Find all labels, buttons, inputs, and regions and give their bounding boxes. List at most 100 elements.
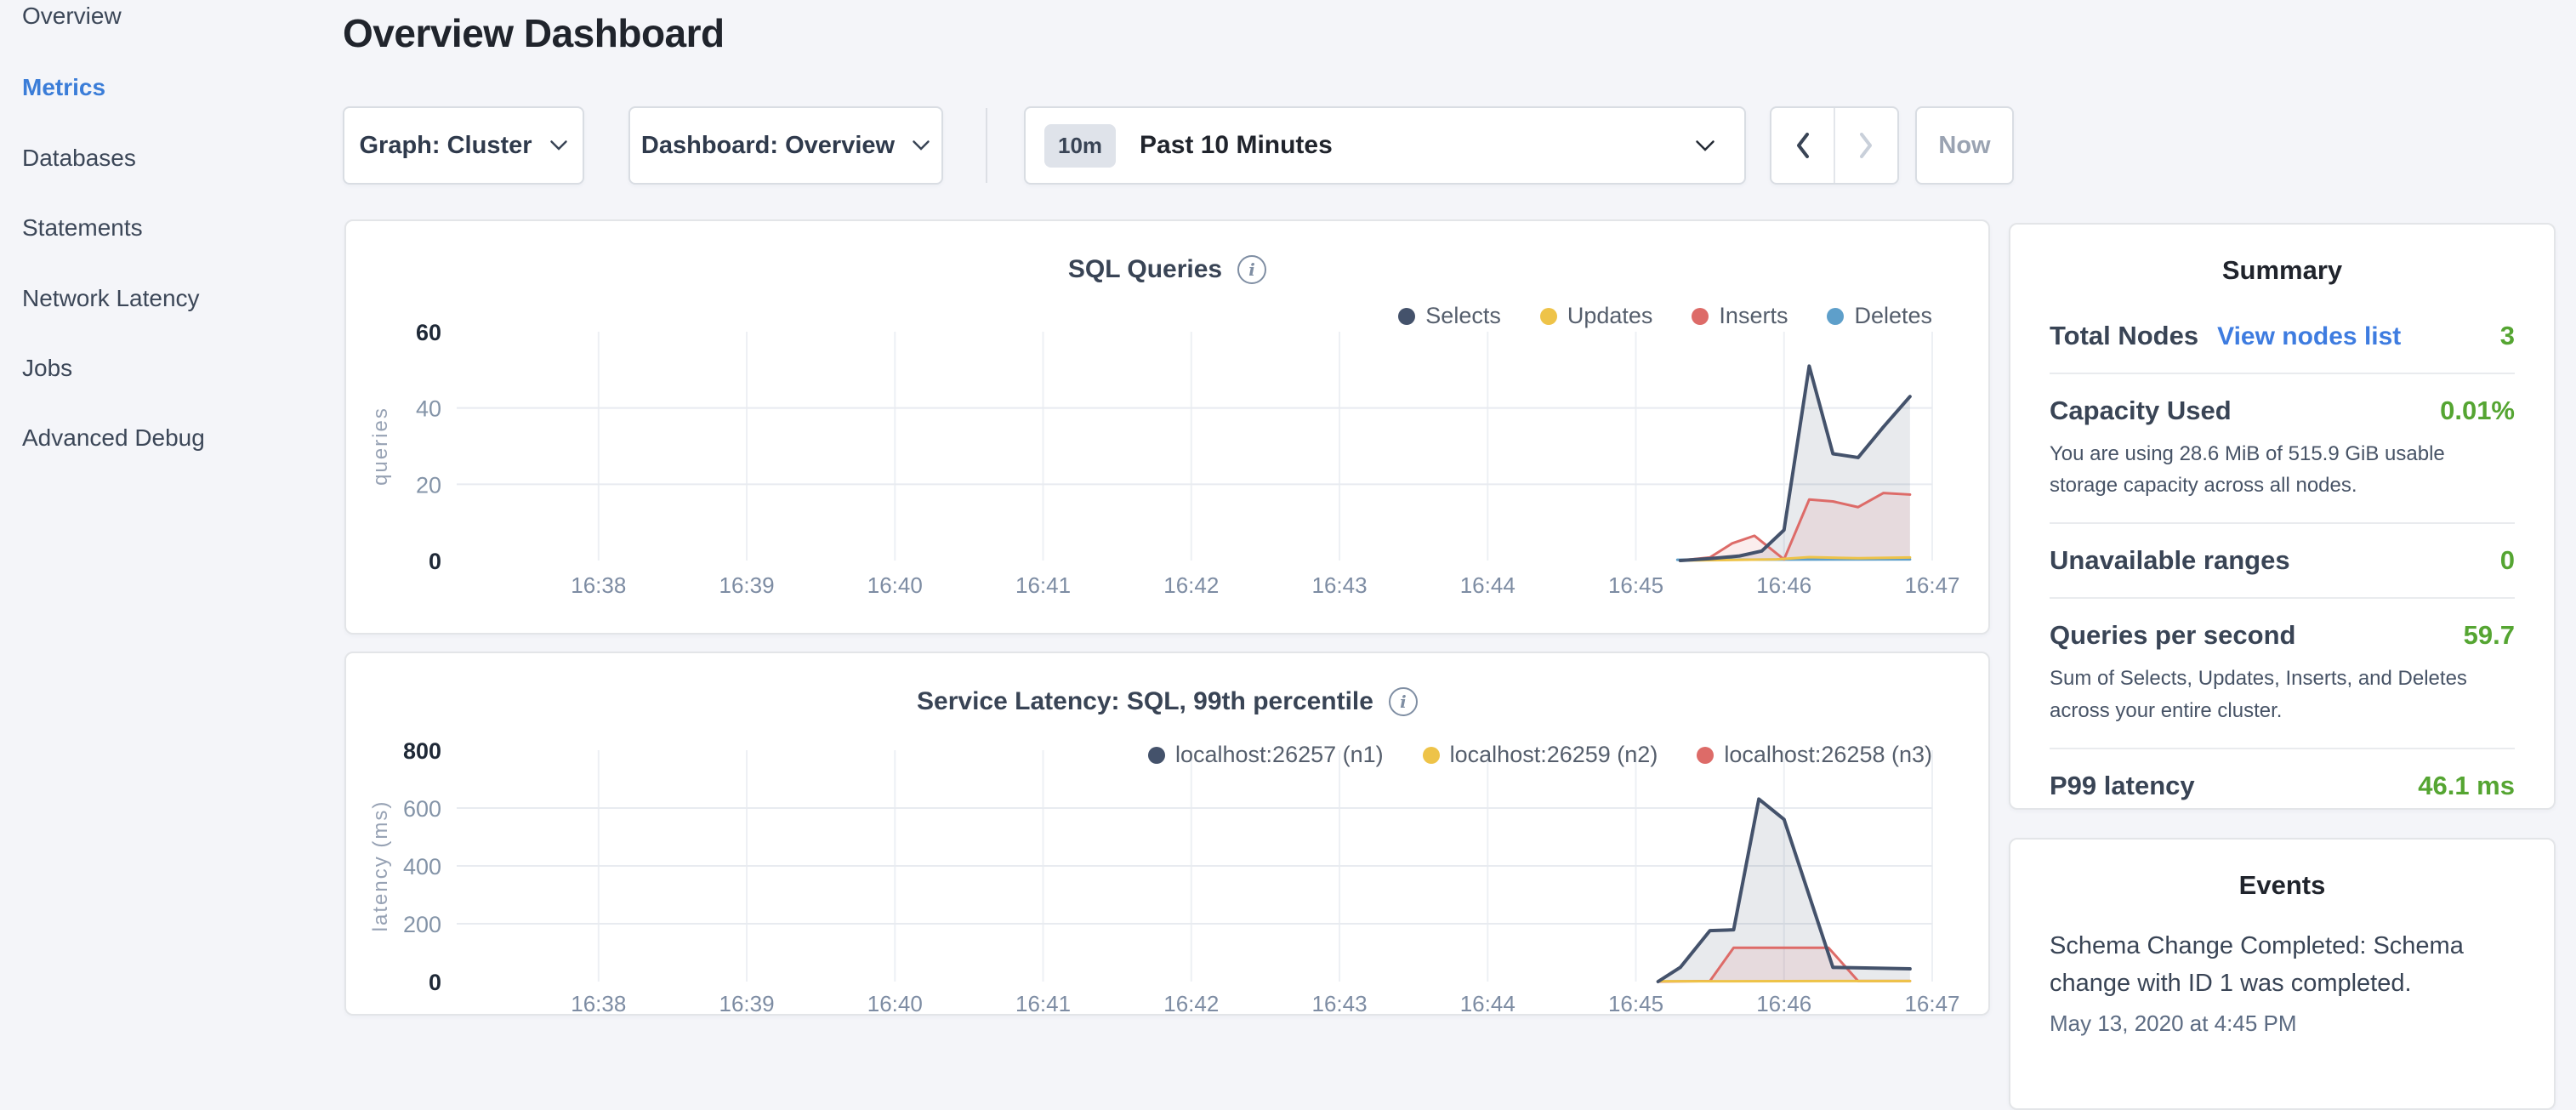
event-text: Schema Change Completed: Schema change w… [2050,928,2515,1002]
legend-label: localhost:26258 (n3) [1724,742,1932,768]
chevron-right-icon [1859,132,1874,159]
summary-label: Capacity Used [2050,396,2232,426]
summary-row-capacity-used: Capacity Used 0.01% You are using 28.6 M… [2050,374,2515,524]
legend-label: Deletes [1854,303,1932,329]
service-latency-card: 16:3816:3916:4016:4116:4216:4316:4416:45… [344,652,1990,1016]
svg-text:16:42: 16:42 [1163,572,1219,598]
summary-value: 0.01% [2440,396,2515,426]
view-nodes-list-link[interactable]: View nodes list [2217,322,2401,351]
summary-label: Unavailable ranges [2050,545,2290,576]
svg-text:16:47: 16:47 [1904,991,1959,1014]
sidebar-item-databases[interactable]: Databases [22,145,136,172]
event-timestamp: May 13, 2020 at 4:45 PM [2050,1010,2515,1037]
sidebar-item-jobs[interactable]: Jobs [22,355,72,382]
svg-text:16:38: 16:38 [571,991,626,1014]
legend-dot [1692,308,1709,325]
event-item[interactable]: Schema Change Completed: Schema change w… [2050,928,2515,1037]
graph-dropdown[interactable]: Graph: Cluster [343,106,584,185]
dashboard-dropdown-label: Dashboard: Overview [641,132,895,160]
time-range-badge: 10m [1044,124,1116,168]
dashboard-dropdown[interactable]: Dashboard: Overview [628,106,943,185]
chevron-down-icon [912,139,930,151]
legend-dot [1827,308,1844,325]
legend-item-n1: localhost:26257 (n1) [1148,742,1384,768]
chart-legend: Selects Updates Inserts Deletes [1398,303,1932,329]
legend-dot [1540,308,1557,325]
svg-text:16:38: 16:38 [571,572,626,598]
legend-label: Updates [1567,303,1653,329]
svg-text:16:45: 16:45 [1608,572,1663,598]
chevron-down-icon [1695,139,1715,152]
summary-label: P99 latency [2050,771,2195,801]
sidebar-item-overview[interactable]: Overview [22,3,122,30]
sidebar-item-metrics[interactable]: Metrics [22,74,105,101]
legend-dot [1423,747,1440,764]
svg-text:0: 0 [429,549,441,574]
legend-label: Selects [1425,303,1501,329]
page-title: Overview Dashboard [343,10,725,56]
summary-value: 59.7 [2464,620,2515,651]
svg-text:0: 0 [429,970,441,995]
time-range-label: Past 10 Minutes [1140,131,1695,160]
chart-legend: localhost:26257 (n1) localhost:26259 (n2… [1148,742,1932,768]
svg-text:16:46: 16:46 [1756,572,1811,598]
svg-text:16:47: 16:47 [1904,572,1959,598]
chevron-left-icon [1795,132,1810,159]
legend-dot [1148,747,1165,764]
svg-text:40: 40 [416,396,441,422]
svg-text:16:41: 16:41 [1015,572,1071,598]
svg-text:16:39: 16:39 [719,991,775,1014]
svg-text:400: 400 [403,854,441,879]
summary-value: 46.1 ms [2418,771,2515,801]
time-range-dropdown[interactable]: 10m Past 10 Minutes [1024,106,1746,185]
chart-title: SQL Queries [1068,255,1222,284]
svg-text:16:41: 16:41 [1015,991,1071,1014]
svg-text:16:44: 16:44 [1460,991,1515,1014]
legend-label: Inserts [1719,303,1788,329]
summary-description: Sum of Selects, Updates, Inserts, and De… [2050,663,2515,726]
summary-panel: Summary Total Nodes View nodes list 3 Ca… [2009,223,2556,810]
info-icon[interactable]: i [1237,255,1266,284]
legend-item-deletes: Deletes [1827,303,1932,329]
legend-label: localhost:26259 (n2) [1450,742,1658,768]
svg-text:16:40: 16:40 [867,572,923,598]
now-button[interactable]: Now [1915,106,2014,185]
svg-text:queries: queries [369,407,392,486]
sidebar-item-statements[interactable]: Statements [22,214,143,242]
info-icon[interactable]: i [1389,687,1418,716]
time-step-forward-button[interactable] [1834,108,1897,183]
svg-text:200: 200 [403,912,441,937]
svg-text:20: 20 [416,472,441,498]
sidebar-item-network-latency[interactable]: Network Latency [22,285,200,312]
legend-dot [1697,747,1714,764]
svg-text:600: 600 [403,796,441,822]
legend-item-n3: localhost:26258 (n3) [1697,742,1932,768]
events-panel: Events Schema Change Completed: Schema c… [2009,838,2556,1110]
svg-text:16:39: 16:39 [719,572,775,598]
legend-label: localhost:26257 (n1) [1175,742,1384,768]
summary-row-unavailable-ranges: Unavailable ranges 0 [2050,524,2515,599]
svg-text:800: 800 [403,738,441,764]
summary-row-p99-latency: P99 latency 46.1 ms [2050,749,2515,823]
sidebar-item-advanced-debug[interactable]: Advanced Debug [22,424,205,452]
now-button-label: Now [1938,132,1990,160]
svg-text:16:43: 16:43 [1311,991,1367,1014]
controls-divider [986,108,987,183]
legend-dot [1398,308,1415,325]
summary-title: Summary [2010,255,2554,286]
summary-row-queries-per-second: Queries per second 59.7 Sum of Selects, … [2050,599,2515,749]
summary-description: You are using 28.6 MiB of 515.9 GiB usab… [2050,438,2515,501]
graph-dropdown-label: Graph: Cluster [359,132,532,160]
svg-text:60: 60 [416,320,441,345]
legend-item-inserts: Inserts [1692,303,1788,329]
chart-title: Service Latency: SQL, 99th percentile [917,687,1373,716]
svg-text:16:43: 16:43 [1311,572,1367,598]
time-step-back-button[interactable] [1771,108,1834,183]
svg-text:latency (ms): latency (ms) [369,800,392,932]
legend-item-selects: Selects [1398,303,1501,329]
time-step-buttons [1770,106,1899,185]
legend-item-n2: localhost:26259 (n2) [1423,742,1658,768]
legend-item-updates: Updates [1540,303,1653,329]
summary-value: 3 [2500,321,2515,351]
sql-queries-card: 16:3816:3916:4016:4116:4216:4316:4416:45… [344,219,1990,635]
